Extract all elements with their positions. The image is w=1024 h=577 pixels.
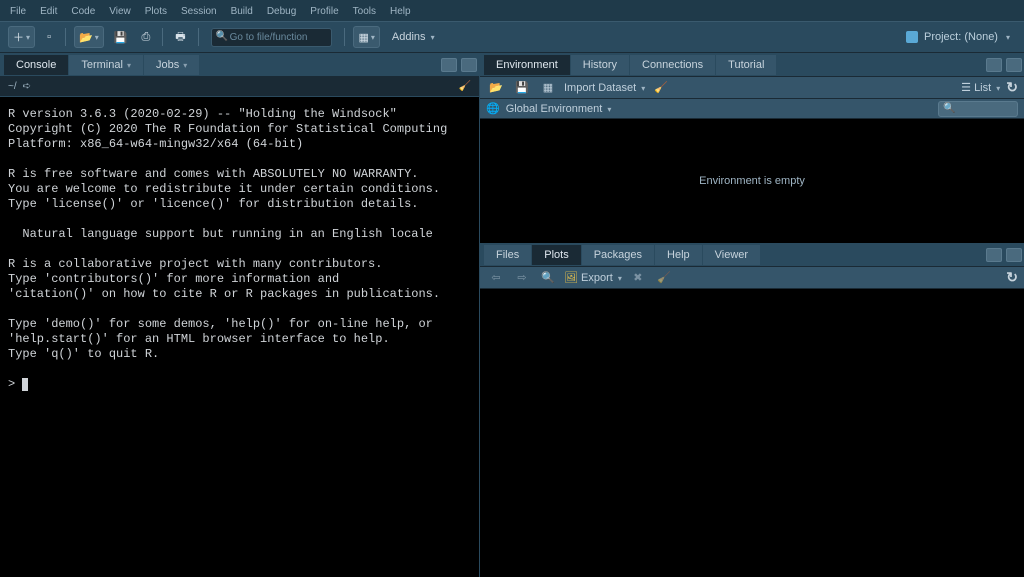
main-toolbar: ＋▾ ▫ 📂▾ 💾 ⎙ 🖶 🔍Go to file/function ▦▾ Ad… <box>0 21 1024 53</box>
environment-pane: Environment History Connections Tutorial… <box>480 53 1024 243</box>
menu-view[interactable]: View <box>109 6 131 17</box>
import-grid-icon[interactable]: ▦ <box>538 80 558 96</box>
maximize-pane-icon[interactable] <box>1006 58 1022 72</box>
menu-edit[interactable]: Edit <box>40 6 57 17</box>
menu-help[interactable]: Help <box>390 6 411 17</box>
tab-terminal[interactable]: Terminal▾ <box>69 55 144 75</box>
maximize-pane-icon[interactable] <box>1006 248 1022 262</box>
save-icon[interactable]: 💾 <box>110 28 132 46</box>
project-selector[interactable]: Project: (None) ▾ <box>900 29 1016 45</box>
tab-files[interactable]: Files <box>484 245 532 265</box>
environment-empty-text: Environment is empty <box>699 175 805 187</box>
menu-profile[interactable]: Profile <box>310 6 338 17</box>
divider <box>198 28 199 46</box>
refresh-icon[interactable]: ↻ <box>1006 269 1018 286</box>
console-tabs: Console Terminal▾ Jobs▾ <box>0 53 479 77</box>
open-file-button[interactable]: 📂▾ <box>74 26 104 48</box>
print-icon[interactable]: 🖶 <box>171 28 189 46</box>
new-file-button[interactable]: ＋▾ <box>8 26 35 48</box>
menu-session[interactable]: Session <box>181 6 217 17</box>
tab-help[interactable]: Help <box>655 245 703 265</box>
environment-scope-bar: 🌐 Global Environment ▾ 🔍 <box>480 99 1024 119</box>
plots-tabs: Files Plots Packages Help Viewer <box>480 243 1024 267</box>
zoom-plot-icon[interactable]: 🔍 <box>538 270 558 286</box>
tab-history[interactable]: History <box>571 55 630 75</box>
goto-file-function-input[interactable]: 🔍Go to file/function <box>211 28 333 47</box>
project-cube-icon <box>906 31 918 43</box>
refresh-icon[interactable]: ↻ <box>1006 79 1018 96</box>
grid-icon[interactable]: ▦▾ <box>353 26 379 48</box>
remove-plot-icon[interactable]: ✖ <box>628 270 648 286</box>
minimize-pane-icon[interactable] <box>441 58 457 72</box>
environment-scope-dropdown[interactable]: Global Environment ▾ <box>506 103 612 115</box>
main-menu-bar: File Edit Code View Plots Session Build … <box>0 0 1024 21</box>
divider <box>162 28 163 46</box>
console-working-dir: ~/ <box>8 81 17 92</box>
save-workspace-icon[interactable]: 💾 <box>512 80 532 96</box>
plots-canvas <box>480 289 1024 577</box>
tab-jobs[interactable]: Jobs▾ <box>144 55 200 75</box>
divider <box>344 28 345 46</box>
list-view-dropdown[interactable]: ☰ List ▾ <box>961 81 1000 94</box>
scope-globe-icon: 🌐 <box>486 102 500 115</box>
new-project-icon[interactable]: ▫ <box>41 28 57 46</box>
menu-debug[interactable]: Debug <box>267 6 296 17</box>
left-pane: Console Terminal▾ Jobs▾ ~/ ➪ 🧹 R version… <box>0 53 480 577</box>
menu-build[interactable]: Build <box>231 6 253 17</box>
menu-code[interactable]: Code <box>71 6 95 17</box>
console-output[interactable]: R version 3.6.3 (2020-02-29) -- "Holding… <box>0 97 479 577</box>
environment-search-input[interactable]: 🔍 <box>938 101 1018 117</box>
minimize-pane-icon[interactable] <box>986 248 1002 262</box>
load-workspace-icon[interactable]: 📂 <box>486 80 506 96</box>
tab-connections[interactable]: Connections <box>630 55 716 75</box>
console-path-arrow-icon[interactable]: ➪ <box>23 81 31 92</box>
addins-dropdown[interactable]: Addins ▾ <box>386 31 441 43</box>
save-all-icon[interactable]: ⎙ <box>137 28 154 46</box>
divider <box>65 28 66 46</box>
tab-plots[interactable]: Plots <box>532 245 581 265</box>
menu-plots[interactable]: Plots <box>145 6 167 17</box>
tab-environment[interactable]: Environment <box>484 55 571 75</box>
tab-tutorial[interactable]: Tutorial <box>716 55 777 75</box>
environment-body: Environment is empty <box>480 119 1024 243</box>
minimize-pane-icon[interactable] <box>986 58 1002 72</box>
menu-tools[interactable]: Tools <box>353 6 376 17</box>
maximize-pane-icon[interactable] <box>461 58 477 72</box>
environment-tabs: Environment History Connections Tutorial <box>480 53 1024 77</box>
clear-plots-icon[interactable]: 🧹 <box>654 270 674 286</box>
clear-console-icon[interactable]: 🧹 <box>459 81 471 92</box>
prev-plot-icon[interactable]: ⇦ <box>486 270 506 286</box>
import-dataset-dropdown[interactable]: Import Dataset ▾ <box>564 82 645 94</box>
clear-objects-icon[interactable]: 🧹 <box>651 80 671 96</box>
tab-packages[interactable]: Packages <box>582 245 655 265</box>
environment-toolbar: 📂 💾 ▦ Import Dataset ▾ 🧹 ☰ List ▾ ↻ <box>480 77 1024 99</box>
cursor-icon <box>22 378 28 391</box>
console-path-bar: ~/ ➪ 🧹 <box>0 77 479 97</box>
tab-viewer[interactable]: Viewer <box>703 245 761 265</box>
export-dropdown[interactable]: 🖼 Export ▾ <box>564 271 622 284</box>
menu-file[interactable]: File <box>10 6 26 17</box>
next-plot-icon[interactable]: ⇨ <box>512 270 532 286</box>
plots-toolbar: ⇦ ⇨ 🔍 🖼 Export ▾ ✖ 🧹 ↻ <box>480 267 1024 289</box>
tab-console[interactable]: Console <box>4 55 69 75</box>
project-label: Project: (None) <box>924 31 998 43</box>
right-pane: Environment History Connections Tutorial… <box>480 53 1024 577</box>
plots-pane: Files Plots Packages Help Viewer ⇦ ⇨ 🔍 🖼… <box>480 243 1024 577</box>
